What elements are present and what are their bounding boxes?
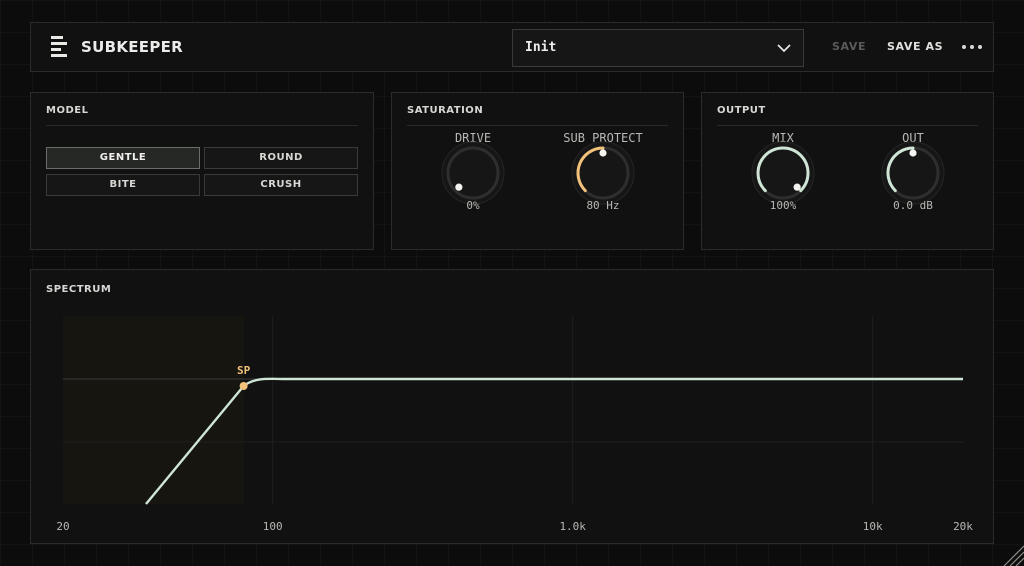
output-section: OUTPUT MIX 100% OUT 0.0 dB	[701, 92, 994, 250]
section-title: MODEL	[46, 105, 89, 116]
section-divider	[46, 125, 358, 126]
mix-value: 100%	[769, 199, 797, 212]
header-bar: SUBKEEPER Init SAVE SAVE AS	[30, 22, 994, 72]
drive-knob[interactable]	[441, 141, 505, 205]
preset-name: Init	[525, 40, 557, 55]
protected-band	[63, 316, 244, 504]
x-tick-label: 1.0k	[559, 520, 586, 533]
app-title: SUBKEEPER	[81, 38, 184, 56]
knob-pointer	[455, 183, 463, 191]
mix-knob[interactable]	[751, 141, 815, 205]
knob-pointer	[793, 183, 801, 191]
section-title: OUTPUT	[717, 105, 766, 116]
stacked-bars-logo-icon	[51, 36, 69, 58]
more-horizontal-icon[interactable]	[962, 45, 982, 51]
marker-label: SP	[237, 364, 251, 377]
preset-dropdown[interactable]: Init	[512, 29, 804, 67]
section-divider	[407, 125, 668, 126]
model-bite-button[interactable]: BITE	[46, 174, 200, 196]
x-tick-label: 20k	[953, 520, 973, 533]
knob-bezel	[441, 141, 505, 205]
model-round-button[interactable]: ROUND	[204, 147, 358, 169]
sub-protect-value: 80 Hz	[586, 199, 620, 212]
x-tick-label: 100	[263, 520, 283, 533]
knob-pointer	[599, 149, 607, 157]
save-as-button[interactable]: SAVE AS	[887, 40, 943, 53]
model-gentle-button[interactable]: GENTLE	[46, 147, 200, 169]
out-knob[interactable]	[881, 141, 945, 205]
section-divider	[717, 125, 978, 126]
resize-handle-icon[interactable]	[998, 540, 1024, 566]
model-crush-button[interactable]: CRUSH	[204, 174, 358, 196]
spectrum-section: SPECTRUM SP 20 100 1.0k 10k 20k	[30, 269, 994, 544]
x-tick-label: 10k	[863, 520, 883, 533]
drive-value: 0%	[466, 199, 480, 212]
spectrum-display[interactable]: SP 20 100 1.0k 10k 20k	[31, 270, 993, 543]
save-button[interactable]: SAVE	[832, 40, 866, 53]
model-section: MODEL GENTLE ROUND BITE CRUSH	[30, 92, 374, 250]
out-value: 0.0 dB	[893, 199, 933, 212]
saturation-section: SATURATION DRIVE 0% SUB PROTECT 80 Hz	[391, 92, 684, 250]
sub-protect-marker[interactable]	[239, 382, 248, 390]
knob-pointer	[909, 149, 917, 157]
sub-protect-knob[interactable]	[571, 141, 635, 205]
response-curve	[145, 377, 963, 505]
x-tick-label: 20	[56, 520, 69, 533]
section-title: SATURATION	[407, 105, 484, 116]
knob-bezel	[751, 141, 815, 205]
chevron-down-icon	[777, 44, 791, 53]
